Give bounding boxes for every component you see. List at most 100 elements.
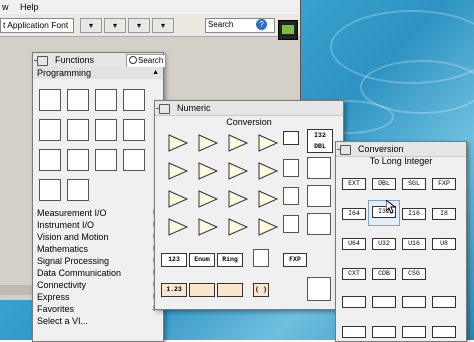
waveform-icon[interactable] [95, 149, 117, 171]
search-field[interactable]: Search ? [205, 18, 275, 33]
category-connectivity[interactable]: Connectivity▶ [33, 279, 163, 291]
data-manipulation-icon[interactable] [307, 157, 331, 179]
sign-icon[interactable] [283, 215, 299, 233]
timing-icon[interactable] [123, 119, 145, 141]
to-u32-icon[interactable]: U32 [372, 238, 396, 250]
pin-icon[interactable] [156, 104, 170, 114]
square-icon[interactable] [193, 217, 221, 237]
scaling-icon[interactable] [307, 277, 331, 301]
multiply-array-elements-icon[interactable] [253, 161, 281, 181]
to-ext-icon[interactable]: EXT [342, 178, 366, 190]
application-control-icon[interactable] [123, 149, 145, 171]
numeric-palette-titlebar[interactable]: Numeric [155, 101, 343, 116]
to-dbl-icon[interactable]: DBL [372, 178, 396, 190]
category-programming[interactable]: Programming ▲ [33, 67, 163, 79]
category-signal-processing[interactable]: Signal Processing▶ [33, 255, 163, 267]
category-favorites[interactable]: Favorites▶ [33, 303, 163, 315]
compound-arithmetic-icon[interactable] [283, 159, 299, 177]
round-pos-inf-icon[interactable] [253, 189, 281, 209]
comparison-icon[interactable] [95, 119, 117, 141]
to-sgl-icon[interactable]: SGL [402, 178, 426, 190]
byte-array-to-string-icon[interactable] [342, 326, 366, 338]
synchronization-icon[interactable] [39, 179, 61, 201]
category-vision-motion[interactable]: Vision and Motion▶ [33, 231, 163, 243]
divide-function-icon[interactable] [253, 133, 281, 153]
menu-help[interactable]: Help [20, 2, 39, 12]
random-number-icon[interactable] [253, 249, 269, 267]
round-nearest-icon[interactable] [193, 189, 221, 209]
square-root-icon[interactable] [163, 217, 191, 237]
graphics-sound-icon[interactable] [67, 179, 89, 201]
conversion-palette-titlebar[interactable]: Conversion [336, 142, 466, 157]
to-i8-icon[interactable]: I8 [432, 208, 456, 220]
to-csg-icon[interactable]: CSG [402, 268, 426, 280]
cast-unit-icon[interactable] [372, 326, 396, 338]
ring-constant-icon[interactable]: Ring [217, 253, 243, 267]
round-neg-inf-icon[interactable] [223, 189, 251, 209]
functions-palette-titlebar[interactable]: Functions Search [33, 53, 166, 68]
file-io-icon[interactable] [67, 149, 89, 171]
cluster-icon[interactable] [95, 89, 117, 111]
pin-icon[interactable] [34, 56, 48, 66]
category-mathematics[interactable]: Mathematics▶ [33, 243, 163, 255]
category-label: Favorites [37, 304, 75, 314]
to-cxt-icon[interactable]: CXT [342, 268, 366, 280]
expression-node-icon[interactable]: ( ) [253, 283, 269, 297]
scale-power-icon[interactable] [283, 187, 299, 205]
help-icon[interactable]: ? [256, 19, 267, 30]
to-time-stamp-icon[interactable] [432, 326, 456, 338]
to-i16-icon[interactable]: I16 [402, 208, 426, 220]
to-i64-icon[interactable]: I64 [342, 208, 366, 220]
increment-icon[interactable] [163, 161, 191, 181]
number-to-boolean-array-icon[interactable] [342, 296, 366, 308]
multiply-function-icon[interactable] [223, 133, 251, 153]
font-selector[interactable]: t Application Font [0, 18, 74, 33]
string-icon[interactable] [67, 119, 89, 141]
resize-objects-button[interactable]: ▾ [128, 18, 150, 33]
enum-constant-icon[interactable]: Enum [189, 253, 215, 267]
add-array-elements-icon[interactable] [223, 161, 251, 181]
epsilon-constant-icon[interactable] [189, 283, 215, 297]
math-constants-icon[interactable] [307, 213, 331, 235]
pin-icon[interactable] [337, 145, 351, 155]
to-fxp-icon[interactable]: FXP [432, 178, 456, 190]
numeric-icon[interactable] [123, 89, 145, 111]
structures-icon[interactable] [39, 89, 61, 111]
category-measurement-io[interactable]: Measurement I/O▶ [33, 207, 163, 219]
category-instrument-io[interactable]: Instrument I/O▶ [33, 219, 163, 231]
negate-icon[interactable] [223, 217, 251, 237]
convert-unit-icon[interactable] [402, 326, 426, 338]
search-button[interactable]: Search [126, 54, 166, 68]
reorder-button[interactable]: ▾ [152, 18, 174, 33]
string-to-byte-array-icon[interactable] [432, 296, 456, 308]
quotient-icon[interactable] [283, 131, 299, 145]
complex-icon[interactable] [307, 185, 331, 207]
boolean-array-to-number-icon[interactable] [372, 296, 396, 308]
dialog-icon[interactable] [39, 149, 61, 171]
absolute-value-icon[interactable] [163, 189, 191, 209]
mouse-cursor-icon [386, 200, 396, 214]
to-u8-icon[interactable]: U8 [432, 238, 456, 250]
numeric-constant-icon[interactable]: 123 [161, 253, 187, 267]
boolean-icon[interactable] [39, 119, 61, 141]
decrement-icon[interactable] [193, 161, 221, 181]
menu-window[interactable]: w [2, 2, 9, 12]
array-icon[interactable] [67, 89, 89, 111]
fixed-point-icon[interactable]: FXP [283, 253, 307, 267]
boolean-to-number-icon[interactable] [402, 296, 426, 308]
category-express[interactable]: Express▶ [33, 291, 163, 303]
distribute-objects-button[interactable]: ▾ [104, 18, 126, 33]
align-objects-button[interactable]: ▾ [80, 18, 102, 33]
category-select-vi[interactable]: Select a VI... [33, 315, 163, 327]
to-u16-icon[interactable]: U16 [402, 238, 426, 250]
subtract-function-icon[interactable] [193, 133, 221, 153]
to-cdb-icon[interactable]: CDB [372, 268, 396, 280]
vi-icon[interactable] [278, 20, 298, 40]
dbl-constant-icon[interactable]: 1.23 [161, 283, 187, 297]
conversion-subpalette-icon[interactable]: I32 DBL [307, 129, 333, 153]
pi-constant-icon[interactable] [217, 283, 243, 297]
category-data-communication[interactable]: Data Communication▶ [33, 267, 163, 279]
add-function-icon[interactable] [163, 133, 191, 153]
to-u64-icon[interactable]: U64 [342, 238, 366, 250]
reciprocal-icon[interactable] [253, 217, 281, 237]
